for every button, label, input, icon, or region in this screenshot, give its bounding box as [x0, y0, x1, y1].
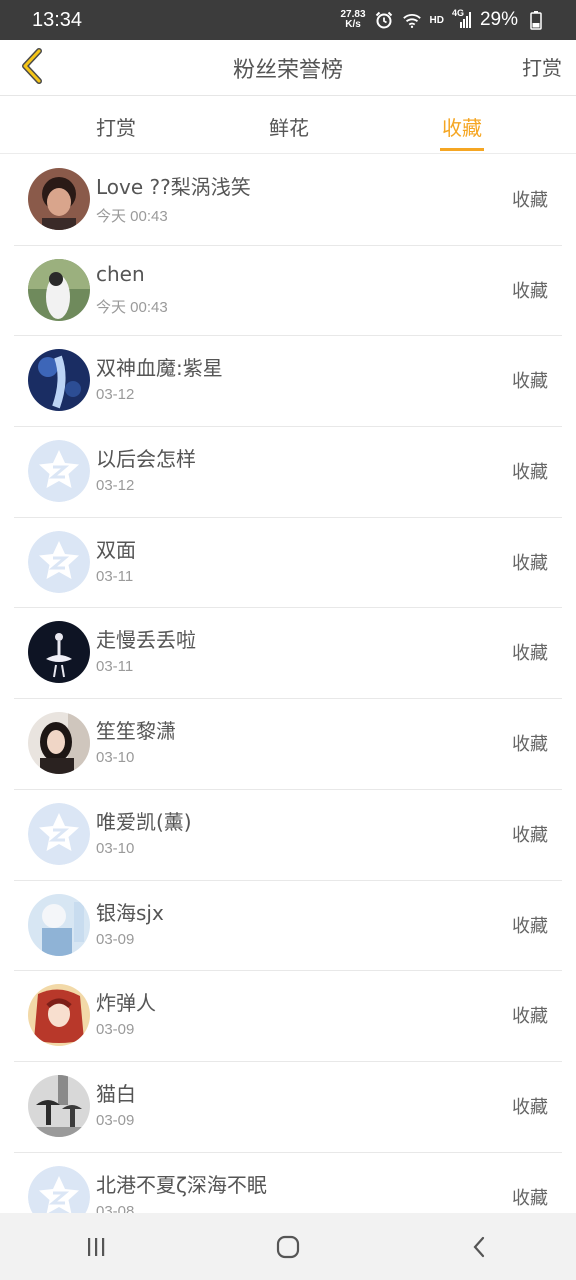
wifi-icon [402, 10, 422, 30]
avatar[interactable] [28, 712, 90, 775]
status-time: 13:34 [32, 8, 83, 31]
default-avatar-icon[interactable] [28, 440, 90, 503]
network-type-label: 4G [451, 8, 464, 18]
chevron-left-icon [19, 48, 45, 88]
avatar[interactable] [28, 984, 90, 1047]
fan-date: 03-09 [96, 1021, 135, 1039]
list-item[interactable]: Love ??梨涡浅笑今天 00:43 收藏 [14, 155, 562, 246]
action-label: 收藏 [512, 1187, 548, 1209]
fan-name: 炸弹人 [96, 991, 156, 1016]
fan-date: 今天 00:43 [96, 298, 168, 316]
avatar[interactable] [28, 621, 90, 684]
active-tab-indicator [440, 148, 484, 151]
action-label: 收藏 [512, 915, 548, 937]
avatar[interactable] [28, 349, 90, 412]
fan-date: 03-10 [96, 749, 135, 767]
list-item[interactable]: 炸弹人 03-09 收藏 [14, 971, 562, 1062]
tab-reward[interactable]: 打赏 [76, 112, 156, 141]
action-label: 收藏 [512, 371, 548, 393]
fan-date: 今天 00:43 [96, 208, 168, 225]
page-title: 粉丝荣誉榜 [232, 57, 343, 83]
network-speed: 27.83 K/s [340, 10, 365, 30]
list-item[interactable]: 猫白 03-09 收藏 [14, 1062, 562, 1153]
list-item[interactable]: 以后会怎样 03-12 收藏 [14, 427, 562, 518]
alarm-icon [374, 10, 394, 30]
fan-list[interactable]: Love ??梨涡浅笑 今天 00:43 收藏 chen 今天 00:43 收藏 双神血魔:… [0, 155, 576, 1213]
fan-name: 北港不夏ζ深海不眠 [96, 1172, 267, 1197]
hd-label: HD [429, 14, 444, 26]
battery-percent: 29% [479, 9, 518, 30]
recent-apps-icon[interactable] [76, 1227, 116, 1267]
action-label: 收藏 [512, 1006, 548, 1028]
tab-flowers[interactable]: 鲜花 [249, 112, 329, 141]
list-item[interactable]: 双神血魔:紫星 03-12 收藏 [14, 336, 562, 428]
fan-name: 双神血魔:紫星 [96, 356, 223, 381]
list-item[interactable]: chen 今天 00:43 收藏 [14, 246, 562, 337]
fan-date: 03-10 [96, 839, 135, 857]
list-item[interactable]: 北港不夏ζ深海不眠 03-08 收藏 [14, 1153, 562, 1213]
home-icon[interactable] [268, 1227, 308, 1267]
action-label: 收藏 [512, 734, 548, 756]
action-label: 收藏 [512, 643, 548, 665]
fan-name: chen [96, 261, 145, 286]
fan-date: 03-12 [96, 477, 135, 495]
fan-date: 03-11 [96, 567, 134, 585]
fan-name: Love ??梨涡浅笑 [96, 175, 251, 199]
list-item[interactable]: 双面 03-11 收藏 [14, 518, 562, 609]
system-nav-bar [0, 1213, 576, 1280]
action-label: 收藏 [512, 462, 548, 484]
action-label: 收藏 [512, 1096, 548, 1118]
fan-name: 银海sjx [96, 900, 164, 925]
fan-date: 03-09 [96, 1111, 135, 1129]
reward-action-button[interactable]: 打赏 [522, 52, 562, 81]
battery-icon [526, 10, 546, 30]
tab-bar: 打赏 鲜花 收藏 [0, 96, 576, 154]
signal-icon: 4G [451, 8, 472, 30]
network-speed-unit: K/s [345, 19, 361, 30]
default-avatar-icon[interactable] [28, 530, 90, 593]
list-item[interactable]: 笙笙黎潇 03-10 收藏 [14, 699, 562, 790]
fan-date: 03-08 [96, 1202, 135, 1213]
header: 粉丝荣誉榜 打赏 [0, 40, 576, 96]
fan-name: 唯爱凯(薰) [96, 809, 192, 834]
status-bar: 13:34 27.83 K/s HD 4G 29% [0, 0, 576, 40]
avatar[interactable] [28, 893, 90, 956]
fan-date: 03-12 [96, 386, 135, 404]
status-icons: 27.83 K/s HD 4G 29% [340, 8, 546, 31]
tab-favorites[interactable]: 收藏 [422, 112, 502, 141]
avatar[interactable] [28, 168, 90, 230]
avatar[interactable] [28, 258, 90, 321]
back-button[interactable] [12, 48, 52, 88]
fan-name: 猫白 [96, 1081, 136, 1106]
fan-name: 双面 [96, 537, 136, 562]
avatar[interactable] [28, 1074, 90, 1137]
fan-date: 03-09 [96, 930, 135, 948]
action-label: 收藏 [512, 280, 548, 302]
default-avatar-icon[interactable] [28, 1165, 90, 1213]
default-avatar-icon[interactable] [28, 802, 90, 865]
action-label: 收藏 [512, 824, 548, 846]
list-item[interactable]: 银海sjx 03-09 收藏 [14, 881, 562, 972]
fan-name: 走慢丢丢啦 [96, 628, 196, 653]
fan-name: 笙笙黎潇 [96, 719, 176, 744]
fan-name: 以后会怎样 [96, 447, 196, 472]
list-item[interactable]: 走慢丢丢啦 03-11 收藏 [14, 608, 562, 700]
list-item[interactable]: 唯爱凯(薰) 03-10 收藏 [14, 790, 562, 881]
fan-date: 03-11 [96, 658, 134, 676]
action-label: 收藏 [512, 190, 548, 211]
action-label: 收藏 [512, 552, 548, 574]
back-icon[interactable] [460, 1227, 500, 1267]
